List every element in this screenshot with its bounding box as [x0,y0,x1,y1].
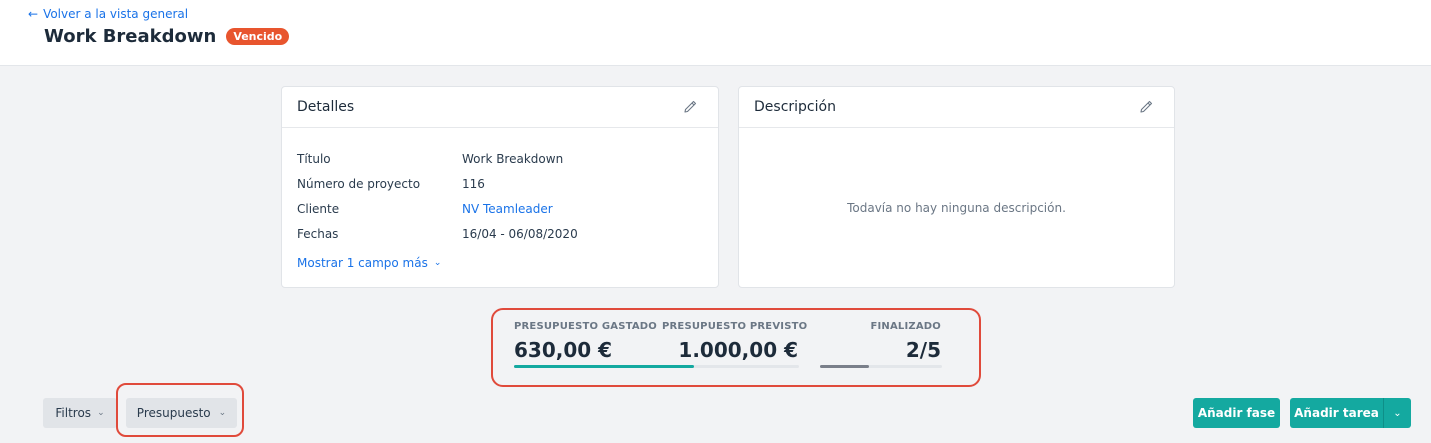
field-label: Fechas [297,226,339,241]
pencil-icon[interactable] [1138,99,1154,115]
finished-label: FINALIZADO [870,321,941,332]
add-phase-button[interactable]: Añadir fase [1193,398,1280,428]
arrow-left-icon: ← [28,7,39,21]
chevron-down-icon: ⌄ [218,408,227,418]
description-card: Descripción Todavía no hay ninguna descr… [738,86,1175,288]
field-row-client: Cliente NV Teamleader [297,196,703,221]
description-card-header: Descripción [739,87,1174,128]
description-card-title: Descripción [754,99,836,115]
chevron-down-icon: ⌄ [1393,407,1402,419]
field-label: Título [297,151,331,166]
chevron-down-icon: ⌄ [433,258,442,268]
budget-summary: PRESUPUESTO GASTADO PRESUPUESTO PREVISTO… [491,308,981,387]
details-card-header: Detalles [282,87,718,128]
field-row-dates: Fechas 16/04 - 06/08/2020 [297,221,703,246]
field-label: Cliente [297,201,340,216]
spent-value: 630,00 € [514,338,613,362]
field-row-project-number: Número de proyecto 116 [297,171,703,196]
planned-label: PRESUPUESTO PREVISTO [662,321,808,332]
field-value: 16/04 - 06/08/2020 [462,226,578,241]
add-task-dropdown-button[interactable]: ⌄ [1383,398,1411,428]
filters-button[interactable]: Filtros ⌄ [43,398,117,428]
title-row: Work Breakdown Vencido [44,26,290,47]
field-value: Work Breakdown [462,151,564,166]
field-row-title: Título Work Breakdown [297,146,703,171]
filters-label: Filtros [55,406,92,420]
page-header: ← Volver a la vista general Work Breakdo… [0,0,1431,66]
details-card-title: Detalles [297,99,355,115]
details-fields: Título Work Breakdown Número de proyecto… [282,128,718,271]
finished-value: 2/5 [905,338,941,362]
planned-value: 1.000,00 € [678,338,798,362]
client-link[interactable]: NV Teamleader [462,202,553,216]
empty-description-text: Todavía no hay ninguna descripción. [847,200,1066,215]
chevron-down-icon: ⌄ [97,408,105,418]
budget-progress-bar [514,365,799,368]
show-more-label: Mostrar 1 campo más [297,256,428,270]
back-link[interactable]: ← Volver a la vista general [28,7,188,21]
show-more-link[interactable]: Mostrar 1 campo más ⌄ [297,256,703,270]
details-card: Detalles Título Work Breakdown Número de… [281,86,719,288]
finished-progress-fill [820,365,869,368]
spent-label: PRESUPUESTO GASTADO [514,321,658,332]
field-label: Número de proyecto [297,176,421,191]
pencil-icon[interactable] [682,99,698,115]
finished-progress-bar [820,365,942,368]
budget-dropdown[interactable]: Presupuesto ⌄ [126,398,237,428]
budget-progress-fill [514,365,694,368]
budget-label: Presupuesto [136,406,211,420]
status-badge: Vencido [226,28,290,45]
field-value: 116 [462,176,485,191]
page-title: Work Breakdown [44,26,217,47]
add-task-button[interactable]: Añadir tarea [1290,398,1383,428]
back-link-label: Volver a la vista general [43,7,189,21]
